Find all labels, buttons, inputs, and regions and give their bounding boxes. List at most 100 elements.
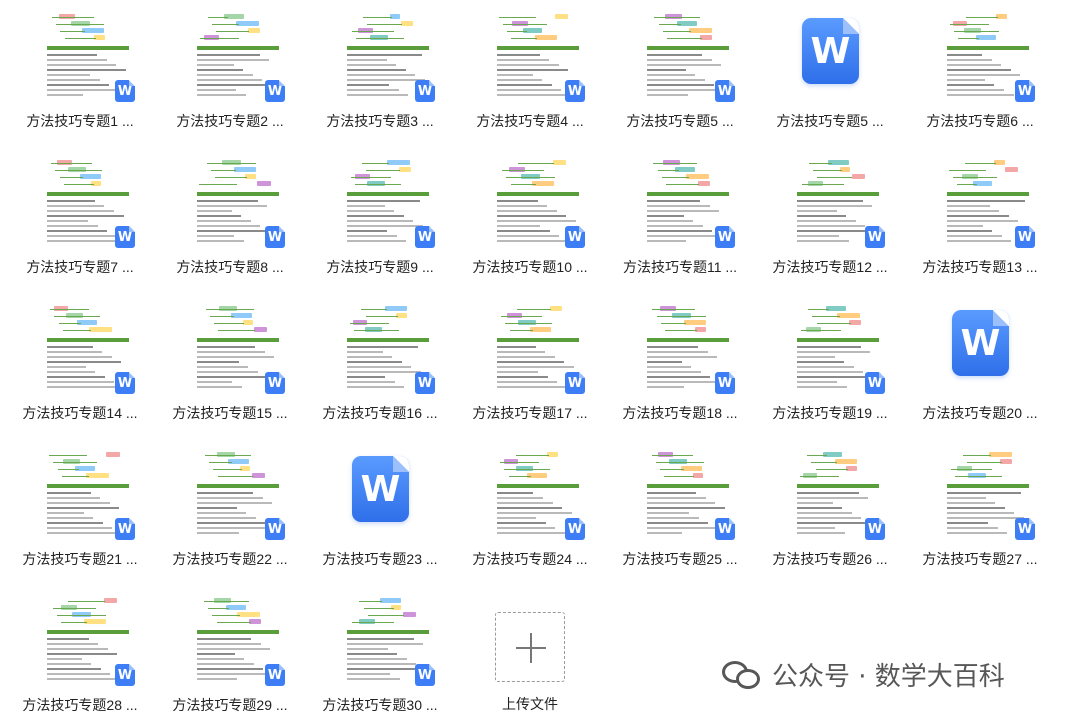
file-name: 方法技巧专题18 ... [622,405,738,421]
file-name: 方法技巧专题26 ... [772,551,888,567]
file-grid: W 方法技巧专题1 ... W 方法技巧专题2 ... W 方法技巧专题3 ... W 方法技… [0,0,1080,717]
file-name: 方法技巧专题20 ... [922,405,1038,421]
file-item[interactable]: W 方法技巧专题10 ... [455,146,605,292]
file-name: 方法技巧专题3 ... [326,113,434,129]
wps-document-icon: W [352,456,409,522]
file-name: 方法技巧专题19 ... [772,405,888,421]
file-item[interactable]: W 方法技巧专题25 ... [605,438,755,584]
wps-word-icon: W [565,80,585,102]
wps-word-icon: W [265,664,285,686]
file-item[interactable]: W 方法技巧专题5 ... [605,0,755,146]
wps-word-icon: W [1015,226,1035,248]
watermark-text: 公众号 · 数学大百科 [772,661,1005,692]
wps-word-icon: W [265,518,285,540]
file-item[interactable]: W 方法技巧专题14 ... [5,292,155,438]
wps-document-icon: W [952,310,1009,376]
wps-word-icon: W [865,518,885,540]
file-item[interactable]: W 方法技巧专题22 ... [155,438,305,584]
wps-document-icon: W [802,18,859,84]
file-item[interactable]: W 方法技巧专题18 ... [605,292,755,438]
file-name: 方法技巧专题7 ... [26,259,134,275]
file-name: 方法技巧专题9 ... [326,259,434,275]
wps-word-icon: W [265,80,285,102]
wps-word-icon: W [415,372,435,394]
wps-word-icon: W [565,518,585,540]
file-item[interactable]: W 方法技巧专题26 ... [755,438,905,584]
file-name: 方法技巧专题4 ... [476,113,584,129]
file-name: 方法技巧专题17 ... [472,405,588,421]
file-item[interactable]: W 方法技巧专题27 ... [905,438,1055,584]
file-item[interactable]: W 方法技巧专题11 ... [605,146,755,292]
file-name: 方法技巧专题22 ... [172,551,288,567]
plus-icon-vertical [530,633,532,663]
file-item[interactable]: W 方法技巧专题7 ... [5,146,155,292]
file-item[interactable]: W 方法技巧专题17 ... [455,292,605,438]
file-item[interactable]: W 方法技巧专题8 ... [155,146,305,292]
file-item[interactable]: W 方法技巧专题9 ... [305,146,455,292]
file-item[interactable]: W 方法技巧专题15 ... [155,292,305,438]
file-name: 方法技巧专题2 ... [176,113,284,129]
wps-word-icon: W [1015,80,1035,102]
file-item[interactable]: W 方法技巧专题1 ... [5,0,155,146]
wps-word-icon: W [715,80,735,102]
file-name: 方法技巧专题13 ... [922,259,1038,275]
wps-word-icon: W [265,372,285,394]
file-name: 方法技巧专题15 ... [172,405,288,421]
file-name: 方法技巧专题25 ... [622,551,738,567]
wps-word-icon: W [415,664,435,686]
file-item[interactable]: W 方法技巧专题28 ... [5,584,155,717]
wps-word-icon: W [115,372,135,394]
wechat-icon [722,657,762,691]
wps-word-icon: W [715,372,735,394]
file-item[interactable]: W 方法技巧专题13 ... [905,146,1055,292]
file-item[interactable]: W 方法技巧专题19 ... [755,292,905,438]
file-item[interactable]: W 方法技巧专题12 ... [755,146,905,292]
file-item[interactable]: W 方法技巧专题2 ... [155,0,305,146]
file-name: 方法技巧专题12 ... [772,259,888,275]
file-name: 方法技巧专题21 ... [22,551,138,567]
file-name: 方法技巧专题5 ... [626,113,734,129]
file-name: 方法技巧专题28 ... [22,697,138,713]
wps-word-icon: W [865,226,885,248]
file-name: 方法技巧专题5 ... [776,113,884,129]
wps-word-icon: W [415,226,435,248]
wps-word-icon: W [115,226,135,248]
wps-word-icon: W [115,518,135,540]
file-name: 方法技巧专题10 ... [472,259,588,275]
file-item[interactable]: W 方法技巧专题5 ... [755,0,905,146]
file-item[interactable]: W 方法技巧专题21 ... [5,438,155,584]
file-name: 方法技巧专题30 ... [322,697,438,713]
file-item[interactable]: W 方法技巧专题29 ... [155,584,305,717]
wps-word-icon: W [715,226,735,248]
file-item[interactable]: W 方法技巧专题6 ... [905,0,1055,146]
file-item[interactable]: W 方法技巧专题16 ... [305,292,455,438]
wps-word-icon: W [265,226,285,248]
wps-word-icon: W [565,226,585,248]
wps-word-icon: W [115,664,135,686]
file-item[interactable]: W 方法技巧专题24 ... [455,438,605,584]
watermark: 公众号 · 数学大百科 [722,654,1005,694]
wps-word-icon: W [865,372,885,394]
file-name: 方法技巧专题23 ... [322,551,438,567]
wps-word-icon: W [415,80,435,102]
file-item[interactable]: W 方法技巧专题3 ... [305,0,455,146]
file-name: 方法技巧专题11 ... [622,259,738,275]
wps-word-icon: W [715,518,735,540]
wps-word-icon: W [115,80,135,102]
file-name: 方法技巧专题29 ... [172,697,288,713]
file-name: 方法技巧专题16 ... [322,405,438,421]
file-item[interactable]: W 方法技巧专题30 ... [305,584,455,717]
upload-label[interactable]: 上传文件 [480,694,580,714]
file-item[interactable]: W 方法技巧专题23 ... [305,438,455,584]
file-name: 方法技巧专题6 ... [926,113,1034,129]
wps-word-icon: W [1015,518,1035,540]
wps-word-icon: W [565,372,585,394]
file-name: 方法技巧专题1 ... [26,113,134,129]
file-name: 方法技巧专题24 ... [472,551,588,567]
file-name: 方法技巧专题27 ... [922,551,1038,567]
upload-button[interactable] [495,612,565,682]
file-item[interactable]: W 方法技巧专题4 ... [455,0,605,146]
file-name: 方法技巧专题14 ... [22,405,138,421]
file-item[interactable]: W 方法技巧专题20 ... [905,292,1055,438]
file-name: 方法技巧专题8 ... [176,259,284,275]
